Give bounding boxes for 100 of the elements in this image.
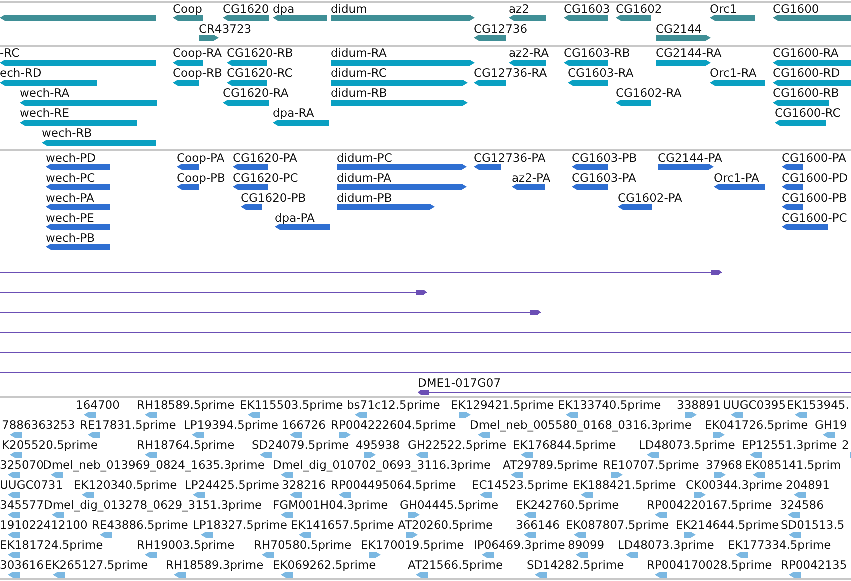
feature-label: CG1602-PA xyxy=(618,191,682,205)
feature-label: CG1602-RA xyxy=(616,86,682,100)
feature-label: az2-PA xyxy=(512,171,551,185)
feature-label: CG1600-PA xyxy=(782,151,846,165)
feature-label: Orc1-PA xyxy=(714,171,760,185)
feature-label: 204891 xyxy=(786,478,830,492)
feature-label: 7886363253 xyxy=(2,418,76,432)
feature-label: EK069262.5prime xyxy=(273,558,376,572)
feature-label: EK177334.5prime xyxy=(728,538,832,552)
feature-label: wech-RA xyxy=(20,86,70,100)
feature-label: CG1620-PA xyxy=(233,151,298,165)
feature-label: CG1600-RD xyxy=(773,66,840,80)
feature-label: 89099 xyxy=(568,538,605,552)
feature-label: EK181724.5prime xyxy=(0,538,104,552)
feature-label: 328216 xyxy=(282,478,326,492)
feature-label: 164700 xyxy=(76,398,120,412)
feature-label: LP18327.5prime xyxy=(193,518,288,532)
feature-label: LD48073.3prime xyxy=(618,538,714,552)
feature-label: Coop-RB xyxy=(173,66,222,80)
feature-label: wech-RB xyxy=(42,126,92,140)
feature-label: CG1603-RA xyxy=(568,66,634,80)
feature-label: CG1600 xyxy=(773,2,820,16)
feature-label: RH18764.5prime xyxy=(137,438,235,452)
feature-label: AT20260.5prime xyxy=(398,518,494,532)
feature-label: GH04445.5prime xyxy=(400,498,499,512)
feature-label: dpa-PA xyxy=(275,211,315,225)
feature-label: Coop-PA xyxy=(177,151,225,165)
feature-label: ech-RD xyxy=(0,66,42,80)
feature-label: GH22522.5prime xyxy=(408,438,507,452)
feature-label: RP004220167.5prime xyxy=(647,498,772,512)
feature-label: EK085141.5prim xyxy=(745,458,842,472)
feature-label: 37968 xyxy=(706,458,743,472)
feature-label: az2-RA xyxy=(509,46,549,60)
feature-label: CG1620-RB xyxy=(227,46,294,60)
feature-label: CG1620-PB xyxy=(241,191,306,205)
feature-label: FGM001H04.3prime xyxy=(273,498,388,512)
feature-label: CG1600-PC xyxy=(782,211,848,225)
feature-label: EK087807.5prime xyxy=(566,518,670,532)
feature-label: LP24425.5prime xyxy=(185,478,280,492)
feature-label: EK265127.5prime xyxy=(45,558,148,572)
feature-label: didum-PC xyxy=(337,151,392,165)
feature-label: Coop xyxy=(173,2,202,16)
feature-label: CG1620-RC xyxy=(227,66,293,80)
feature-label: didum-RB xyxy=(331,86,388,100)
feature-label: EK242760.5prime xyxy=(516,498,620,512)
feature-label: dpa xyxy=(273,2,295,16)
feature-label: wech-PC xyxy=(46,171,96,185)
feature-label: UUGC0395 xyxy=(723,398,786,412)
feature-label: EK170019.5prime xyxy=(361,538,464,552)
feature-label: CG1603-PB xyxy=(572,151,638,165)
feature-label: SD24079.5prime xyxy=(252,438,350,452)
feature-label: Dmel_neb_013969_0824_1635.3prime xyxy=(43,458,265,472)
feature-label: CG12736-RA xyxy=(474,66,548,80)
feature-label: CG1600-RA xyxy=(773,46,839,60)
feature-label: EK141657.5prime xyxy=(291,518,394,532)
feature-label: EK120340.5prime xyxy=(74,478,178,492)
feature-label: K205520.5prime xyxy=(2,438,98,452)
feature-label: 324586 xyxy=(780,498,824,512)
feature-label: CG1600-RB xyxy=(773,86,840,100)
feature-label: AT21566.5prime xyxy=(408,558,504,572)
feature-label: Dmel_dig_013278_0629_3151.3prime xyxy=(44,498,262,512)
feature-label: Coop-PB xyxy=(177,171,226,185)
feature-label: CG1600-PD xyxy=(782,171,848,185)
feature-label: RP004170028.5prime xyxy=(647,558,772,572)
feature-label: RP0042135 xyxy=(781,558,848,572)
feature-label: CG1620 xyxy=(223,2,270,16)
feature-label: CG1600-PB xyxy=(782,191,848,205)
feature-label: didum-PB xyxy=(337,191,392,205)
feature-label: LD48073.5prime xyxy=(639,438,736,452)
feature-label: CG1603-PA xyxy=(572,171,636,185)
feature-label: RH18589.3prime xyxy=(166,558,264,572)
feature-label: 191022412100 xyxy=(0,518,88,532)
feature-label: IP06469.3prime xyxy=(474,538,566,552)
feature-label: -RC xyxy=(0,46,20,60)
feature-label: CK00344.3prime xyxy=(686,478,783,492)
feature-label: wech-PD xyxy=(46,151,96,165)
feature-label: Coop-RA xyxy=(173,46,222,60)
feature-label: 166726 xyxy=(282,418,326,432)
feature-label: CG1602 xyxy=(616,2,662,16)
feature-label: didum-PA xyxy=(337,171,392,185)
feature-label: EK188421.5prime xyxy=(573,478,676,492)
feature-label: EK041726.5prime xyxy=(705,418,808,432)
feature-label: Orc1 xyxy=(710,2,738,16)
feature-label: CG1620-RA xyxy=(223,86,289,100)
feature-label: didum-RA xyxy=(331,46,387,60)
feature-label: CG1603 xyxy=(564,2,610,16)
feature-label: 495938 xyxy=(356,438,400,452)
feature-label: AT29789.5prime xyxy=(503,458,598,472)
feature-label: CG2144 xyxy=(656,22,702,36)
feature-label: EC14523.5prime xyxy=(472,478,568,492)
feature-label: Dmel_dig_010702_0693_3116.3prime xyxy=(273,458,492,472)
feature-label: 366146 xyxy=(516,518,560,532)
feature-label: dpa-RA xyxy=(273,106,314,120)
feature-label: az2 xyxy=(509,2,530,16)
feature-label: SD01513.5 xyxy=(781,518,845,532)
feature-label: RE43886.5prime xyxy=(92,518,188,532)
feature-label: Orc1-RA xyxy=(710,66,757,80)
feature-label: 2 xyxy=(842,438,850,452)
feature-label: RH18589.5prime xyxy=(137,398,235,412)
feature-label: 345577 xyxy=(0,498,44,512)
